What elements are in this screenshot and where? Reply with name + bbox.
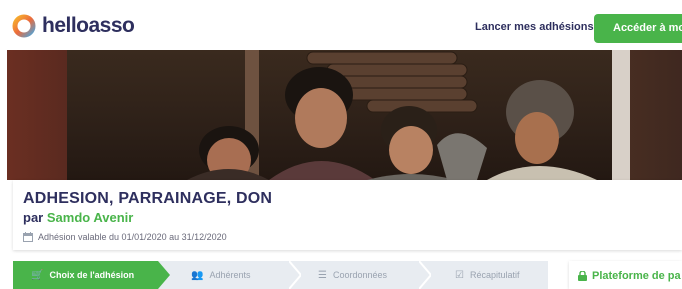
secure-platform-title: Plateforme de pa	[578, 270, 681, 282]
launch-memberships-link[interactable]: Lancer mes adhésions	[475, 21, 594, 33]
step-summary[interactable]: ☑ Récapitulatif	[455, 261, 520, 289]
list-icon: ☰	[318, 269, 327, 281]
step-membership-choice[interactable]: 🛒 Choix de l'adhésion	[31, 261, 134, 289]
step-label: Adhérents	[209, 270, 251, 280]
logo-text: helloasso	[42, 14, 135, 37]
step-contact-details[interactable]: ☰ Coordonnées	[318, 261, 387, 289]
organization-link[interactable]: Samdo Avenir	[47, 210, 133, 225]
campaign-byline: par Samdo Avenir	[23, 210, 133, 225]
check-square-icon: ☑	[455, 269, 464, 281]
step-label: Récapitulatif	[469, 270, 520, 280]
active-step-arrow	[158, 261, 170, 289]
step-label: Coordonnées	[332, 270, 388, 280]
cart-icon: 🛒	[31, 269, 44, 281]
step-label: Choix de l'adhésion	[49, 270, 135, 280]
calendar-icon	[23, 232, 33, 242]
lock-icon	[578, 271, 587, 281]
step-separator	[289, 261, 301, 289]
validity-text: Adhésion valable du 01/01/2020 au 31/12/…	[38, 232, 227, 242]
banner-image	[7, 50, 682, 180]
step-separator	[419, 261, 431, 289]
checkout-steps: 🛒 Choix de l'adhésion 👥 Adhérents ☰ Coor…	[13, 261, 548, 289]
banner-photo-illustration	[187, 50, 630, 180]
campaign-header-card: ADHESION, PARRAINAGE, DON par Samdo Aven…	[13, 180, 682, 250]
secure-platform-panel: Plateforme de pa	[569, 261, 682, 289]
access-account-button[interactable]: Accéder à mon c	[594, 14, 682, 43]
top-header: helloasso Lancer mes adhésions Accéder à…	[0, 0, 682, 50]
users-icon: 👥	[191, 269, 204, 281]
page: helloasso Lancer mes adhésions Accéder à…	[0, 0, 682, 289]
logo-ring-icon	[12, 14, 36, 38]
helloasso-logo[interactable]: helloasso	[12, 14, 135, 38]
campaign-title: ADHESION, PARRAINAGE, DON	[23, 190, 273, 207]
by-prefix: par	[23, 210, 44, 225]
step-members[interactable]: 👥 Adhérents	[191, 261, 250, 289]
side-title-text: Plateforme de pa	[592, 270, 681, 282]
validity-period: Adhésion valable du 01/01/2020 au 31/12/…	[23, 232, 227, 242]
